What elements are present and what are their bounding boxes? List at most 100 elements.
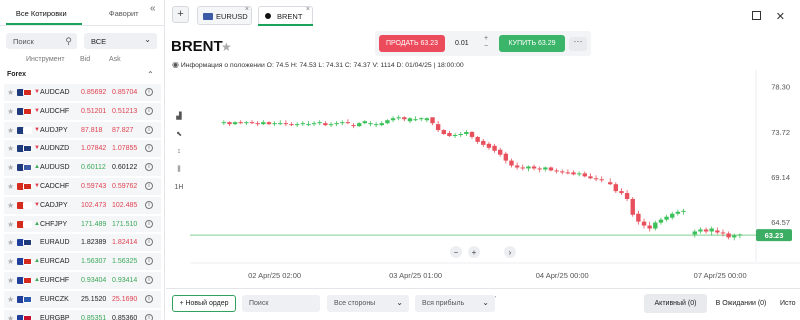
- candle-body: [498, 149, 503, 155]
- bid-price: 102.473: [81, 201, 107, 209]
- candle-body: [692, 231, 697, 235]
- quantity-stepper[interactable]: 0.01 + −: [451, 35, 495, 52]
- candle-body: [441, 130, 446, 134]
- timeframe-button[interactable]: 1H: [168, 184, 190, 202]
- favorite-star-icon[interactable]: ★: [7, 314, 14, 320]
- tab-pending-orders[interactable]: В Ожидании (0): [710, 294, 772, 313]
- instrument-row[interactable]: ★ ▲ EURCHF 0.93404 0.93414 i: [4, 271, 161, 290]
- favorite-star-icon[interactable]: ★: [7, 126, 14, 135]
- instrument-symbol: AUDUSD: [40, 164, 70, 172]
- favorite-star-icon[interactable]: ★: [7, 257, 14, 266]
- candle-body: [244, 122, 249, 124]
- candle-body: [294, 124, 300, 126]
- candle-body: [340, 122, 345, 124]
- favorite-star-icon[interactable]: ★: [7, 220, 14, 229]
- tab-favorites[interactable]: Фаворит: [83, 9, 166, 21]
- candle-body: [641, 221, 647, 226]
- price-chart[interactable]: 78.30 73.72 69.14 64.57 02 Apr/25 02:00 03 Ap…: [166, 70, 800, 288]
- favorite-star-icon[interactable]: ★: [7, 295, 14, 304]
- quote-currency-flag-icon: [23, 107, 32, 115]
- close-tab-brent-icon[interactable]: ×: [306, 6, 310, 13]
- info-icon[interactable]: i: [145, 294, 153, 303]
- instrument-row[interactable]: ★ ▼ AUDNZD 1.07842 1.07855 i: [4, 140, 161, 159]
- add-tab-button[interactable]: +: [172, 6, 189, 23]
- buy-button[interactable]: КУПИТЬ 63.29: [499, 35, 565, 52]
- favorite-star-icon[interactable]: ★: [7, 144, 14, 153]
- instrument-row[interactable]: ★ ▲ CHFJPY 171.489 171.510 i: [4, 215, 161, 234]
- ask-price: 1.07855: [112, 145, 138, 153]
- instrument-row[interactable]: ★ ▲ AUDUSD 0.60112 0.60122 i: [4, 159, 161, 177]
- candle-body: [266, 122, 272, 125]
- candle-body: [698, 229, 703, 232]
- info-icon[interactable]: i: [145, 238, 153, 247]
- price-tick-label: 69.14: [771, 173, 790, 182]
- vertical-arrows-icon[interactable]: ↕: [168, 148, 190, 166]
- chart-toolbar: ▟ ⬉ ↕ ⫼ 1H: [168, 112, 190, 202]
- info-icon[interactable]: i: [145, 257, 153, 266]
- zoom-in-button-label: +: [472, 248, 477, 257]
- info-icon[interactable]: i: [145, 219, 153, 228]
- chart-type-icon[interactable]: ▟: [168, 112, 190, 130]
- instrument-row[interactable]: ★ EURAUD 1.82389 1.82414 i: [4, 234, 161, 253]
- category-select[interactable]: ВСЕ ⌄: [84, 33, 157, 49]
- eye-icon[interactable]: ◉: [172, 60, 179, 69]
- candle-body: [509, 160, 514, 166]
- info-icon[interactable]: i: [145, 106, 153, 115]
- close-window-icon[interactable]: ✕: [776, 11, 785, 23]
- favorite-star-icon[interactable]: ★: [7, 107, 14, 116]
- candle-body: [576, 173, 582, 175]
- candle-body: [362, 121, 368, 124]
- info-icon[interactable]: i: [145, 163, 153, 172]
- profit-filter-select[interactable]: Вся прибыль ⌄: [415, 295, 495, 312]
- decrement-icon[interactable]: −: [484, 43, 488, 50]
- sell-button[interactable]: ПРОДАТЬ 63.23: [379, 35, 445, 52]
- favorite-star-icon[interactable]: ★: [7, 182, 14, 191]
- favorite-star-icon[interactable]: ★: [7, 238, 14, 247]
- instrument-row[interactable]: ★ ▼ AUDJPY 87.818 87.827 i: [4, 121, 161, 140]
- candle-body: [430, 117, 435, 124]
- close-tab-eurusd-icon[interactable]: ×: [245, 6, 249, 13]
- info-icon[interactable]: i: [145, 125, 153, 134]
- more-options-button[interactable]: ···: [569, 37, 587, 51]
- instrument-row[interactable]: ★ EURCZK 25.1520 25.1690 i: [4, 290, 161, 309]
- cursor-icon[interactable]: ⬉: [168, 130, 190, 148]
- bid-price: 25.1520: [81, 295, 107, 303]
- price-tick-label: 73.72: [771, 128, 790, 137]
- tab-brent[interactable]: BRENT ×: [258, 6, 313, 25]
- info-icon[interactable]: i: [145, 313, 153, 320]
- orders-search-input[interactable]: Поиск: [242, 295, 320, 312]
- tab-history[interactable]: Исто: [780, 294, 800, 313]
- candle-body: [402, 117, 407, 120]
- new-order-button[interactable]: + Новый ордер: [172, 295, 236, 312]
- side-filter-select[interactable]: Все стороны ⌄: [327, 295, 409, 312]
- favorite-star-icon[interactable]: ★: [7, 276, 14, 285]
- instrument-row[interactable]: ★ ▼ AUDCAD 0.85692 0.85704 i: [4, 84, 161, 102]
- maximize-icon[interactable]: [752, 11, 761, 20]
- chevron-up-icon[interactable]: ⌃: [147, 70, 154, 79]
- instrument-row[interactable]: ★ ▼ AUDCHF 0.51201 0.51213 i: [4, 102, 161, 121]
- candle-body: [221, 122, 227, 124]
- tab-eurusd[interactable]: EURUSD ×: [197, 6, 252, 25]
- tab-all-quotes[interactable]: Все Котировки: [0, 9, 83, 21]
- increment-icon[interactable]: +: [484, 35, 488, 42]
- ask-price: 0.60122: [112, 164, 138, 172]
- instrument-row[interactable]: ★ ▼ CADJPY 102.473 102.485 i: [4, 196, 161, 215]
- info-icon[interactable]: i: [145, 181, 153, 190]
- instrument-search-input[interactable]: Поиск ⚲: [6, 33, 77, 49]
- favorite-star-icon[interactable]: ★: [7, 163, 14, 172]
- instrument-row[interactable]: ★ ▼ CADCHF 0.59743 0.59762 i: [4, 177, 161, 196]
- favorite-star-icon[interactable]: ★: [7, 201, 14, 210]
- chevron-down-icon: ⌄: [144, 35, 151, 44]
- quote-currency-flag-icon: [23, 239, 32, 247]
- instrument-row[interactable]: ★ EURGBP 0.85351 0.85360 i: [4, 309, 161, 320]
- info-icon[interactable]: i: [145, 200, 153, 209]
- favorite-star-icon[interactable]: ★: [7, 88, 14, 97]
- info-icon[interactable]: i: [145, 144, 153, 153]
- time-tick-label: 02 Apr/25 02:00: [248, 271, 301, 280]
- instrument-row[interactable]: ★ ▲ EURCAD 1.56307 1.56325 i: [4, 253, 161, 271]
- tab-active-orders[interactable]: Активный (0): [644, 294, 707, 313]
- indicators-icon[interactable]: ⫼: [168, 166, 190, 184]
- info-icon[interactable]: i: [145, 275, 153, 284]
- favorite-star-icon[interactable]: ★: [221, 40, 232, 54]
- info-icon[interactable]: i: [145, 88, 153, 96]
